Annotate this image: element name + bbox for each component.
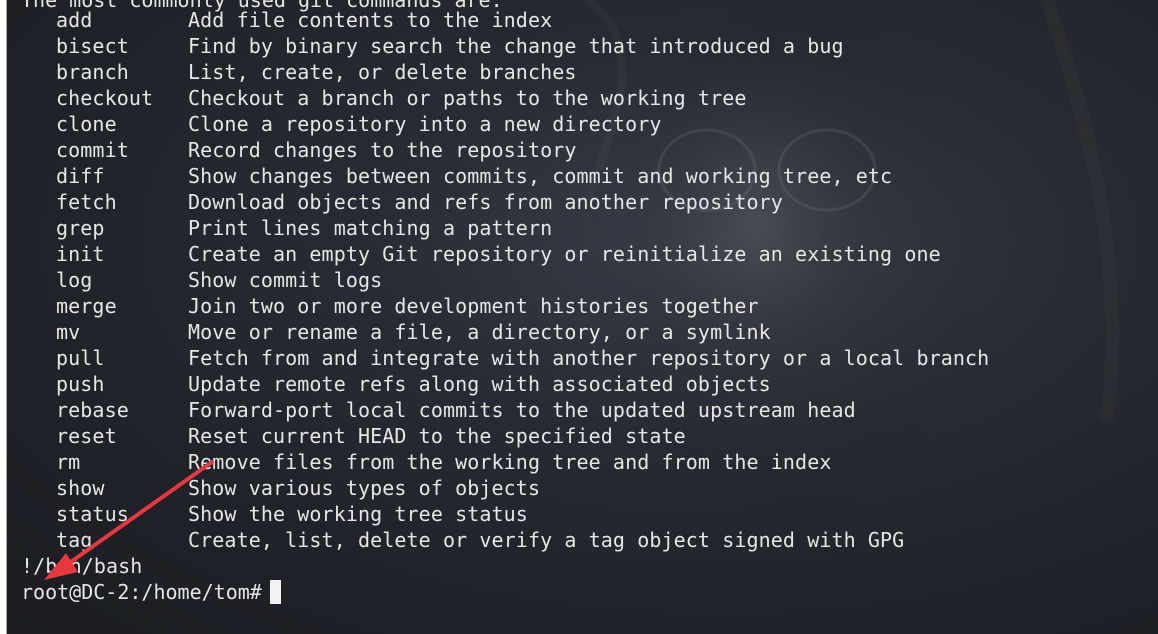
command-row: bisect Find by binary search the change t… — [7, 33, 1158, 59]
command-row: checkout Checkout a branch or paths to th… — [7, 85, 1158, 111]
command-description: Download objects and refs from another r… — [188, 190, 783, 214]
command-name: commit — [56, 138, 129, 162]
command-name: grep — [56, 216, 105, 240]
command-description: Move or rename a file, a directory, or a… — [188, 320, 771, 344]
command-row: show Show various types of objects — [7, 475, 1158, 501]
command-row: push Update remote refs along with associ… — [7, 371, 1158, 397]
command-row: mv Move or rename a file, a directory, or… — [7, 319, 1158, 345]
command-row: rm Remove files from the working tree and… — [7, 449, 1158, 475]
command-description: Create an empty Git repository or reinit… — [188, 242, 941, 266]
command-row: log Show commit logs — [7, 267, 1158, 293]
shell-prompt: root@DC-2:/home/tom# — [21, 580, 262, 604]
command-row: clone Clone a repository into a new direc… — [7, 111, 1158, 137]
command-name: init — [56, 242, 105, 266]
command-description: Join two or more development histories t… — [188, 294, 759, 318]
terminal-window[interactable]: The most commonly used git commands are:… — [6, 0, 1158, 634]
command-row: rebase Forward-port local commits to the … — [7, 397, 1158, 423]
command-name: rebase — [56, 398, 129, 422]
command-row: fetch Download objects and refs from anot… — [7, 189, 1158, 215]
command-description: Show changes between commits, commit and… — [188, 164, 893, 188]
command-name: merge — [56, 294, 117, 318]
command-name: diff — [56, 164, 105, 188]
command-row: status Show the working tree status — [7, 501, 1158, 527]
command-row: grep Print lines matching a pattern — [7, 215, 1158, 241]
command-description: Reset current HEAD to the specified stat… — [188, 424, 686, 448]
text-cursor[interactable] — [269, 580, 281, 604]
command-name: push — [56, 372, 105, 396]
command-name: add — [56, 8, 93, 32]
command-description: Fetch from and integrate with another re… — [188, 346, 990, 370]
command-name: show — [56, 476, 105, 500]
terminal-output: add Add file contents to the index bisect F… — [7, 7, 1158, 579]
command-name: checkout — [56, 86, 154, 110]
command-name: clone — [56, 112, 117, 136]
command-name: bisect — [56, 34, 129, 58]
command-name: mv — [56, 320, 81, 344]
command-row: pull Fetch from and integrate with anothe… — [7, 345, 1158, 371]
command-description: Create, list, delete or verify a tag obj… — [188, 528, 905, 552]
command-name: fetch — [56, 190, 117, 214]
command-description: Show various types of objects — [188, 476, 541, 500]
command-name: reset — [56, 424, 117, 448]
command-name: status — [56, 502, 129, 526]
command-row: branch List, create, or delete branches — [7, 59, 1158, 85]
command-name: pull — [56, 346, 105, 370]
command-description: Record changes to the repository — [188, 138, 577, 162]
command-description: Forward-port local commits to the update… — [188, 398, 856, 422]
command-description: Remove files from the working tree and f… — [188, 450, 832, 474]
command-description: Find by binary search the change that in… — [188, 34, 844, 58]
command-row: tag Create, list, delete or verify a tag … — [7, 527, 1158, 553]
command-name: log — [56, 268, 93, 292]
command-description: Checkout a branch or paths to the workin… — [188, 86, 747, 110]
command-name: rm — [56, 450, 81, 474]
command-row: reset Reset current HEAD to the specified… — [7, 423, 1158, 449]
command-description: Add file contents to the index — [188, 8, 553, 32]
command-description: Clone a repository into a new directory — [188, 112, 662, 136]
command-description: List, create, or delete branches — [188, 60, 577, 84]
command-row: add Add file contents to the index — [7, 7, 1158, 33]
shell-prompt-line[interactable]: root@DC-2:/home/tom# — [21, 579, 281, 605]
command-row: merge Join two or more development histor… — [7, 293, 1158, 319]
shell-path-text: !/bin/bash — [21, 554, 143, 578]
command-row: diff Show changes between commits, commit… — [7, 163, 1158, 189]
command-row: commit Record changes to the repository — [7, 137, 1158, 163]
command-description: Update remote refs along with associated… — [188, 372, 771, 396]
command-description: Print lines matching a pattern — [188, 216, 553, 240]
command-name: tag — [56, 528, 93, 552]
command-name: branch — [56, 60, 129, 84]
command-description: Show commit logs — [188, 268, 383, 292]
command-row: init Create an empty Git repository or re… — [7, 241, 1158, 267]
shell-output-row: !/bin/bash — [7, 553, 1158, 579]
command-description: Show the working tree status — [188, 502, 528, 526]
